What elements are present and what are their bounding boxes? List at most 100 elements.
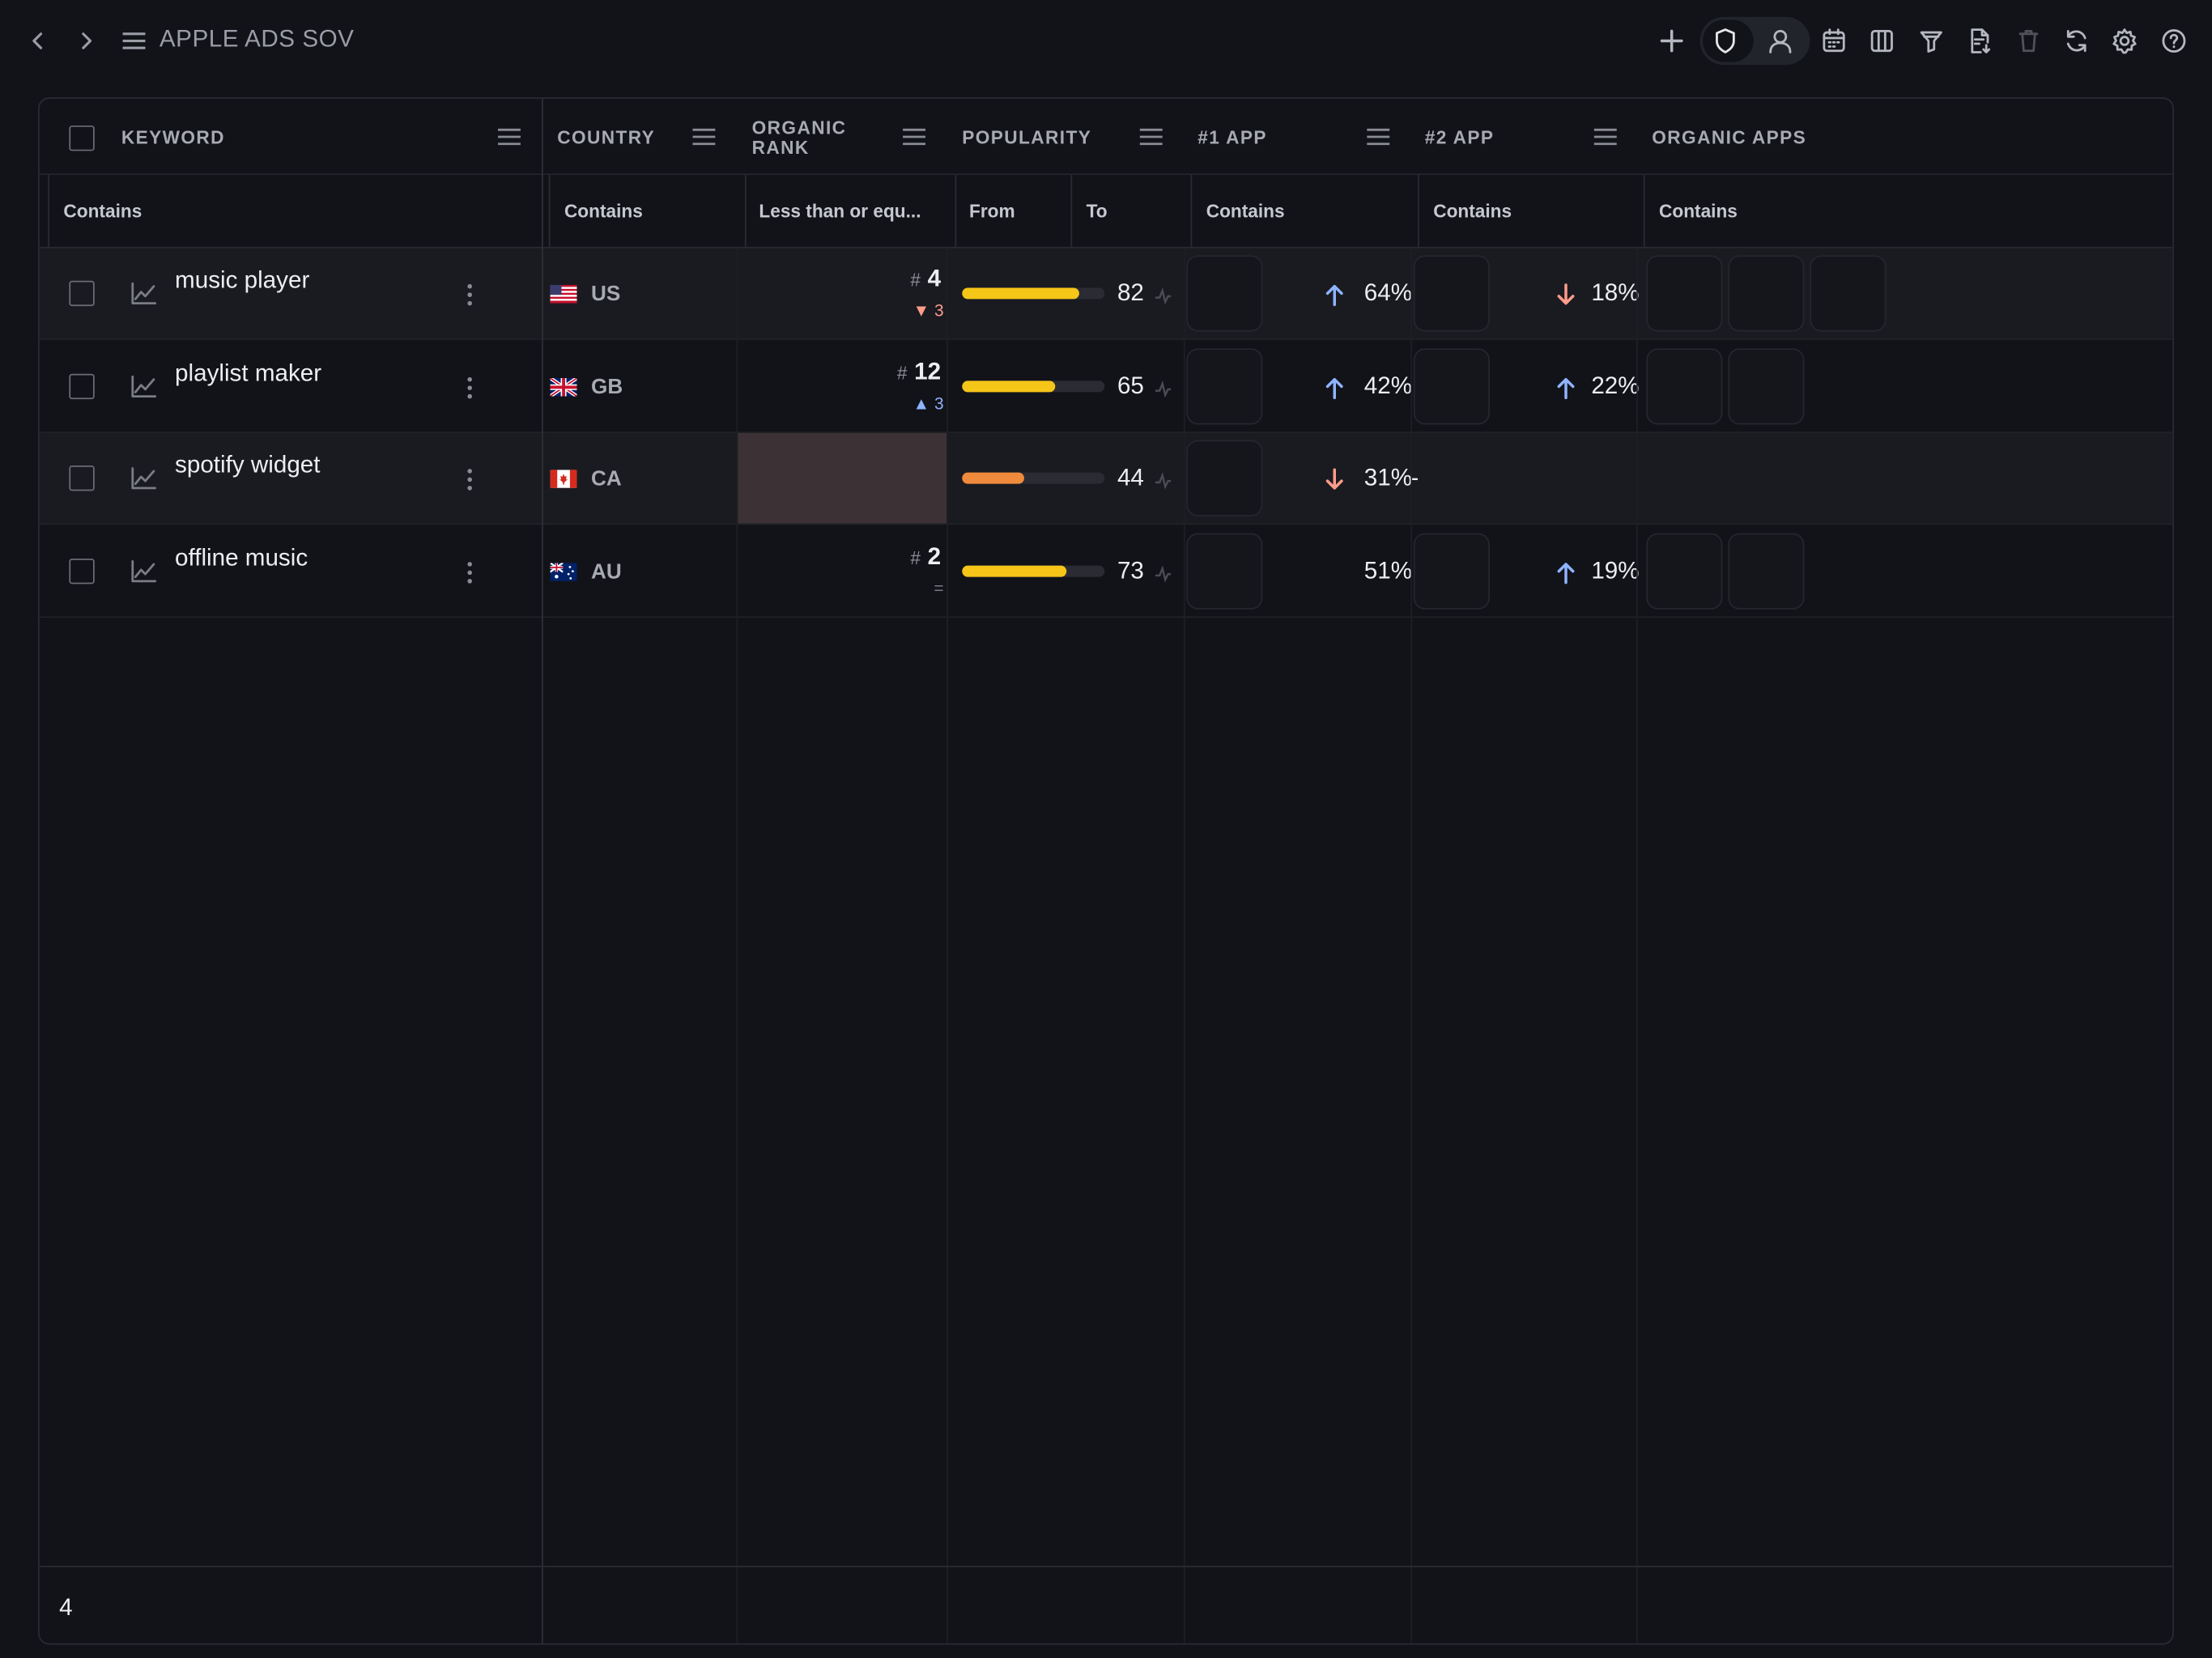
filter-popularity-from[interactable]: From — [969, 175, 1015, 247]
column-header-popularity[interactable]: POPULARITY — [962, 127, 1091, 148]
keyword-text[interactable]: offline music — [175, 544, 308, 572]
country-code: AU — [591, 559, 622, 584]
filter-divider — [48, 175, 49, 247]
menu-icon[interactable] — [120, 28, 148, 53]
organic-app-icon-placeholder[interactable] — [1646, 532, 1723, 609]
organic-app-icon-placeholder[interactable] — [1646, 255, 1723, 332]
trend-chart-icon[interactable] — [130, 466, 158, 491]
arrow-up-icon — [1323, 282, 1346, 307]
filter-popularity-to[interactable]: To — [1087, 175, 1108, 247]
column-menu-icon[interactable] — [691, 127, 717, 147]
organic-rank-empty-cell[interactable] — [738, 432, 947, 524]
popularity-bar-fill — [962, 287, 1079, 300]
export-icon[interactable] — [1961, 23, 1997, 59]
trend-chart-icon[interactable] — [130, 281, 158, 306]
columns-icon[interactable] — [1864, 23, 1900, 59]
select-all-checkbox[interactable] — [69, 125, 95, 151]
table-row[interactable]: offline music AU #2 = 73 51% 19% — [39, 525, 2173, 618]
filter-divider — [955, 175, 957, 247]
table-row[interactable]: playlist maker GB #12 ▲ 3 65 42% 22% — [39, 341, 2173, 433]
keyword-text[interactable]: spotify widget — [175, 452, 320, 480]
filter-row: Contains Contains Less than or equ... Fr… — [39, 175, 2173, 249]
filter-app2[interactable]: Contains — [1433, 175, 1512, 247]
popularity-trend-icon[interactable] — [1154, 287, 1172, 305]
user-icon[interactable] — [1762, 23, 1798, 59]
column-header-app2[interactable]: #2 APP — [1425, 127, 1495, 148]
rank-number: 4 — [927, 265, 942, 292]
rank-hash: # — [910, 546, 921, 568]
app2-icon-placeholder[interactable] — [1413, 532, 1490, 609]
organic-app-icon-placeholder[interactable] — [1728, 255, 1805, 332]
popularity-bar — [962, 472, 1105, 484]
app1-icon-placeholder[interactable] — [1186, 532, 1263, 609]
app2-icon-placeholder[interactable] — [1413, 255, 1490, 332]
filter-country[interactable]: Contains — [564, 175, 643, 247]
column-divider — [1410, 248, 1413, 1643]
refresh-icon[interactable] — [2058, 23, 2095, 59]
row-actions-icon[interactable] — [462, 559, 476, 585]
filter-keyword[interactable]: Contains — [63, 175, 142, 247]
column-header-app1[interactable]: #1 APP — [1197, 127, 1267, 148]
app1-icon-placeholder[interactable] — [1186, 440, 1263, 517]
organic-app-icon-placeholder[interactable] — [1646, 347, 1723, 424]
column-header-organic-rank[interactable]: ORGANIC RANK — [752, 117, 887, 158]
row-checkbox[interactable] — [69, 372, 95, 399]
row-actions-icon[interactable] — [462, 282, 476, 307]
row-actions-icon[interactable] — [462, 375, 476, 400]
popularity-bar — [962, 380, 1105, 392]
popularity-bar — [962, 564, 1105, 576]
popularity-trend-icon[interactable] — [1154, 471, 1172, 490]
filter-app1[interactable]: Contains — [1206, 175, 1285, 247]
rank-change: = — [934, 577, 944, 597]
app1-icon-placeholder[interactable] — [1186, 347, 1263, 424]
settings-icon[interactable] — [2106, 23, 2142, 59]
keyword-text[interactable]: playlist maker — [175, 359, 321, 387]
organic-app-icon-placeholder[interactable] — [1810, 255, 1887, 332]
app2-share: 18% — [1591, 278, 1640, 307]
organic-app-icon-placeholder[interactable] — [1728, 347, 1805, 424]
column-header-country[interactable]: COUNTRY — [557, 127, 655, 148]
popularity-bar-fill — [962, 472, 1025, 484]
app2-icon-placeholder[interactable] — [1413, 347, 1490, 424]
country-code: US — [591, 282, 621, 307]
filter-divider — [1643, 175, 1645, 247]
column-menu-icon[interactable] — [1138, 127, 1163, 147]
table-row[interactable]: spotify widget CA 44 31% - — [39, 432, 2173, 525]
back-icon[interactable] — [23, 25, 53, 56]
app-window: APPLE ADS SOV KEYWORD COUNTRY ORGANIC RA… — [0, 0, 2212, 1657]
filter-organic-rank[interactable]: Less than or equ... — [759, 175, 921, 247]
rank-hash: # — [910, 269, 921, 291]
plus-icon[interactable] — [1653, 23, 1690, 59]
trend-chart-icon[interactable] — [130, 558, 158, 583]
help-icon[interactable] — [2155, 23, 2192, 59]
column-divider — [946, 248, 948, 1643]
column-menu-icon[interactable] — [1366, 127, 1391, 147]
calendar-icon[interactable] — [1815, 23, 1852, 59]
column-header-keyword[interactable]: KEYWORD — [121, 127, 225, 148]
status-bar: 4 — [39, 1566, 2173, 1643]
organic-rank-value: #12 — [897, 358, 941, 386]
organic-app-icon-placeholder[interactable] — [1728, 532, 1805, 609]
column-menu-icon[interactable] — [1593, 127, 1618, 147]
organic-rank-value: #4 — [910, 266, 941, 294]
column-menu-icon[interactable] — [901, 127, 926, 147]
column-menu-icon[interactable] — [496, 127, 521, 147]
row-actions-icon[interactable] — [462, 467, 476, 492]
column-header-organic-apps[interactable]: ORGANIC APPS — [1652, 127, 1806, 148]
trash-icon[interactable] — [2010, 23, 2047, 59]
trend-chart-icon[interactable] — [130, 373, 158, 398]
country-flag-icon — [550, 562, 577, 580]
popularity-trend-icon[interactable] — [1154, 563, 1172, 582]
keyword-text[interactable]: music player — [175, 266, 309, 295]
row-checkbox[interactable] — [69, 280, 95, 307]
column-divider — [1183, 248, 1185, 1643]
filter-organic-apps[interactable]: Contains — [1659, 175, 1738, 247]
forward-icon[interactable] — [70, 25, 101, 56]
table-row[interactable]: music player US #4 ▼ 3 82 64% 18% — [39, 248, 2173, 340]
app1-icon-placeholder[interactable] — [1186, 255, 1263, 332]
shield-icon[interactable] — [1707, 23, 1743, 59]
filter-icon[interactable] — [1913, 23, 1950, 59]
popularity-trend-icon[interactable] — [1154, 379, 1172, 397]
row-checkbox[interactable] — [69, 558, 95, 584]
row-checkbox[interactable] — [69, 465, 95, 491]
